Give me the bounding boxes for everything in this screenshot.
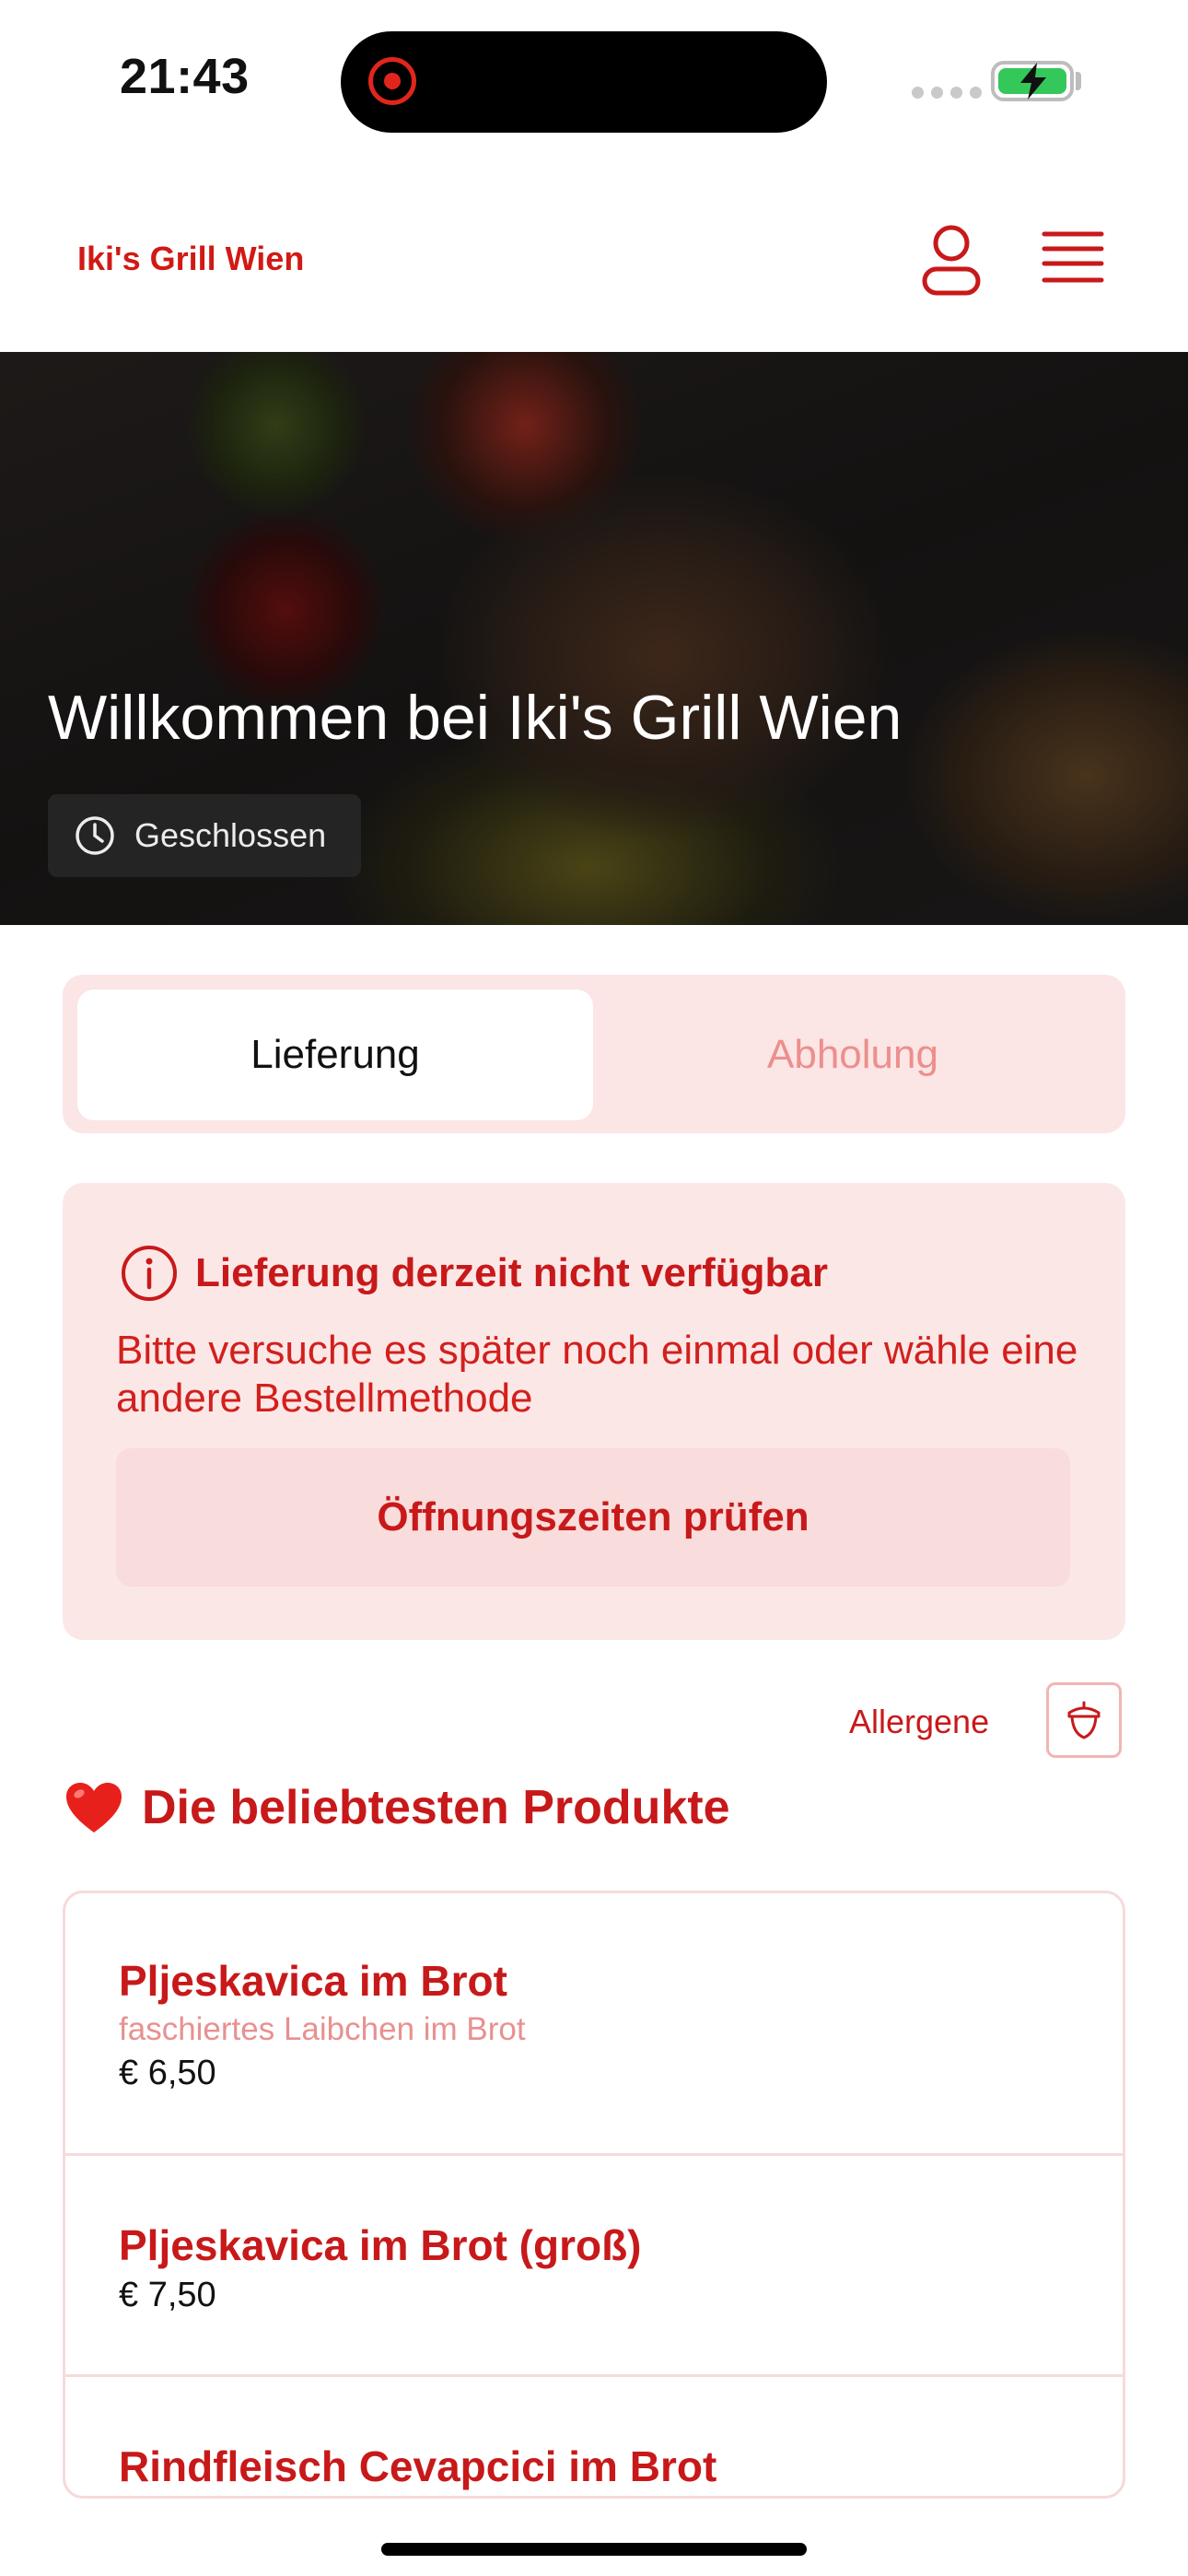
account-button[interactable] bbox=[914, 221, 989, 297]
home-indicator[interactable] bbox=[381, 2543, 807, 2556]
product-description: faschiertes Laibchen im Brot bbox=[119, 2011, 526, 2047]
check-opening-hours-button[interactable]: Öffnungszeiten prüfen bbox=[116, 1448, 1070, 1587]
signal-icon bbox=[912, 87, 982, 99]
product-item[interactable]: Rindfleisch Cevapcici im Brot bbox=[65, 2374, 1123, 2496]
product-item[interactable]: Pljeskavica im Brot faschiertes Laibchen… bbox=[65, 1893, 1123, 2153]
recording-icon bbox=[368, 57, 416, 105]
product-item[interactable]: Pljeskavica im Brot (groß) € 7,50 bbox=[65, 2153, 1123, 2374]
hamburger-icon bbox=[1042, 231, 1104, 283]
acorn-icon bbox=[1067, 1701, 1101, 1739]
notice-body: Bitte versuche es später noch einmal ode… bbox=[116, 1328, 1078, 1421]
clock-icon bbox=[76, 816, 114, 855]
menu-button[interactable] bbox=[1041, 228, 1105, 287]
tab-lieferung[interactable]: Lieferung bbox=[77, 989, 593, 1120]
popular-products-heading: Die beliebtesten Produkte bbox=[64, 1780, 730, 1835]
user-icon bbox=[922, 225, 981, 296]
info-icon bbox=[122, 1246, 177, 1301]
section-title: Die beliebtesten Produkte bbox=[142, 1781, 730, 1834]
opening-status-label: Geschlossen bbox=[134, 816, 327, 854]
status-time: 21:43 bbox=[120, 49, 250, 104]
hero-title: Willkommen bei Iki's Grill Wien bbox=[48, 683, 903, 753]
product-price: € 7,50 bbox=[119, 2276, 216, 2314]
product-price: € 6,50 bbox=[119, 2054, 216, 2092]
notice-title: Lieferung derzeit nicht verfügbar bbox=[195, 1250, 828, 1295]
brand-name[interactable]: Iki's Grill Wien bbox=[77, 240, 304, 278]
product-list: Pljeskavica im Brot faschiertes Laibchen… bbox=[63, 1891, 1125, 2499]
tab-abholung[interactable]: Abholung bbox=[595, 989, 1111, 1120]
product-name: Pljeskavica im Brot bbox=[119, 1957, 507, 2005]
product-name: Rindfleisch Cevapcici im Brot bbox=[119, 2442, 717, 2490]
notice-header: Lieferung derzeit nicht verfügbar bbox=[120, 1244, 828, 1303]
battery-cap bbox=[1076, 72, 1081, 90]
opening-status-badge: Geschlossen bbox=[48, 794, 361, 877]
product-name: Pljeskavica im Brot (groß) bbox=[119, 2221, 642, 2269]
battery-icon bbox=[991, 61, 1074, 101]
allergene-button[interactable] bbox=[1046, 1682, 1122, 1758]
allergene-link[interactable]: Allergene bbox=[849, 1703, 989, 1741]
heart-icon bbox=[66, 1783, 122, 1832]
